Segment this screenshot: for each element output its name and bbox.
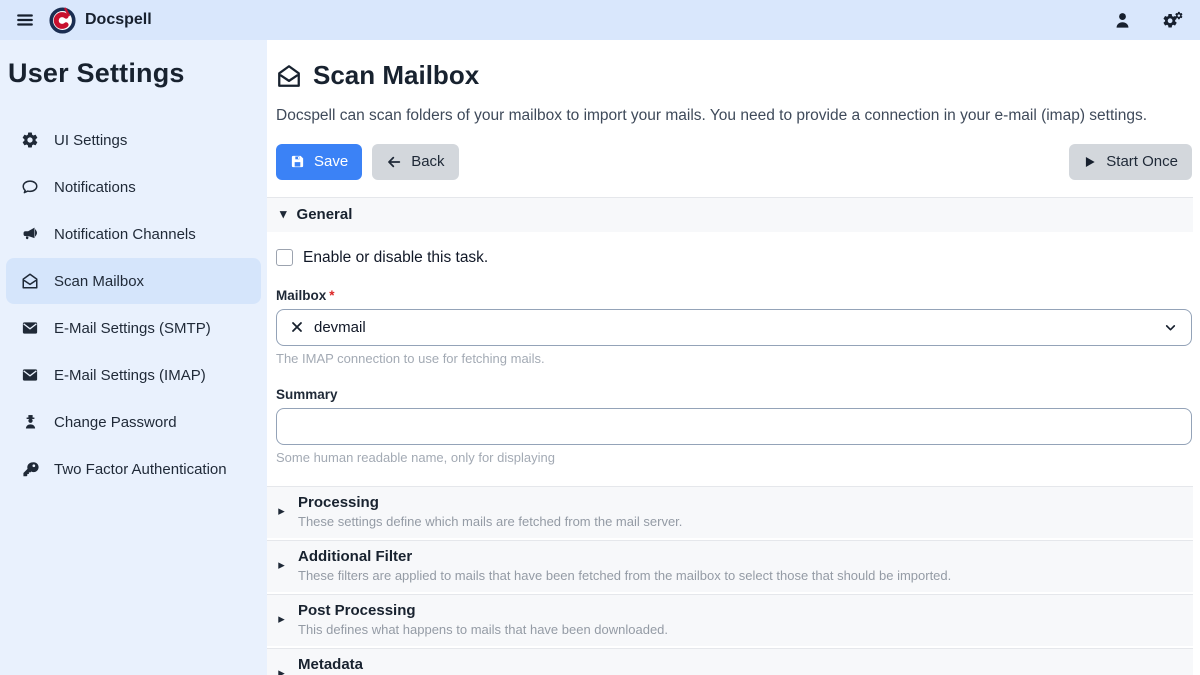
sidebar-item-ui-settings[interactable]: UI Settings [6,117,261,163]
bullhorn-icon [20,225,40,243]
sidebar-item-label: E-Mail Settings (IMAP) [54,367,206,384]
arrow-left-icon [386,154,402,170]
sidebar-item-label: Two Factor Authentication [54,461,227,478]
key-icon [20,461,40,478]
caret-right-icon: ▸ [274,665,289,675]
start-once-button[interactable]: Start Once [1069,144,1192,180]
summary-input[interactable] [276,408,1192,445]
sidebar-item-change-password[interactable]: Change Password [6,399,261,445]
enable-task-label: Enable or disable this task. [303,249,488,267]
collapsed-sections: ▸ Processing These settings define which… [267,486,1193,675]
sidebar-title: User Settings [8,58,267,89]
sidebar-item-label: Notifications [54,179,136,196]
page-title-text: Scan Mailbox [313,60,479,91]
sidebar-item-email-smtp[interactable]: E-Mail Settings (SMTP) [6,305,261,351]
play-icon [1083,155,1097,169]
section-processing[interactable]: ▸ Processing These settings define which… [267,486,1193,538]
sidebar-item-label: Change Password [54,414,177,431]
caret-right-icon: ▸ [274,557,289,573]
envelope-open-icon [276,63,302,89]
topbar-actions [1113,10,1184,30]
general-section-header[interactable]: ▾ General [267,197,1193,232]
enable-task-row: Enable or disable this task. [276,249,1192,267]
app-logo[interactable]: Docspell [49,7,152,34]
summary-field-label: Summary [276,387,1192,402]
page-description: Docspell can scan folders of your mailbo… [276,103,1192,129]
save-button[interactable]: Save [276,144,362,180]
docspell-logo-icon [49,7,76,34]
mailbox-selected-value: devmail [314,319,366,336]
section-title: Processing [298,494,682,511]
sidebar-item-label: Notification Channels [54,226,196,243]
sidebar-item-label: Scan Mailbox [54,273,144,290]
caret-down-icon: ▾ [280,206,287,222]
summary-hint: Some human readable name, only for displ… [276,450,1192,465]
sidebar-item-label: UI Settings [54,132,127,149]
section-metadata[interactable]: ▸ Metadata Define metadata that should b… [267,648,1193,675]
caret-right-icon: ▸ [274,503,289,519]
remove-selection-icon[interactable] [291,321,303,333]
sidebar-item-notification-channels[interactable]: Notification Channels [6,211,261,257]
sidebar-item-email-imap[interactable]: E-Mail Settings (IMAP) [6,352,261,398]
sidebar: User Settings UI Settings Notifications … [0,40,267,675]
envelope-icon [20,366,40,384]
comment-icon [20,178,40,196]
section-subtitle: This defines what happens to mails that … [298,622,668,637]
mailbox-hint: The IMAP connection to use for fetching … [276,351,1192,366]
cogs-settings-icon[interactable] [1162,10,1184,30]
caret-right-icon: ▸ [274,611,289,627]
sidebar-item-two-factor[interactable]: Two Factor Authentication [6,446,261,492]
menu-hamburger-icon[interactable] [16,11,34,29]
envelope-open-icon [20,272,40,290]
save-icon [290,154,305,169]
action-bar: Save Back Start Once [276,144,1192,180]
mailbox-field-label: Mailbox* [276,288,1192,303]
sidebar-item-notifications[interactable]: Notifications [6,164,261,210]
sidebar-item-scan-mailbox[interactable]: Scan Mailbox [6,258,261,304]
back-button-label: Back [411,153,444,170]
page-title: Scan Mailbox [276,60,1192,91]
user-secret-icon [20,414,40,431]
sidebar-item-label: E-Mail Settings (SMTP) [54,320,211,337]
chevron-down-icon [1164,321,1177,334]
section-subtitle: These filters are applied to mails that … [298,568,951,583]
user-account-icon[interactable] [1113,11,1132,30]
required-marker: * [329,288,334,303]
app-title: Docspell [85,11,152,29]
topbar: Docspell [0,0,1200,40]
mailbox-select[interactable]: devmail [276,309,1192,346]
back-button[interactable]: Back [372,144,458,180]
start-once-button-label: Start Once [1106,153,1178,170]
enable-task-checkbox[interactable] [276,249,293,266]
section-additional-filter[interactable]: ▸ Additional Filter These filters are ap… [267,540,1193,592]
section-post-processing[interactable]: ▸ Post Processing This defines what happ… [267,594,1193,646]
main-content: Scan Mailbox Docspell can scan folders o… [267,40,1200,675]
save-button-label: Save [314,153,348,170]
general-section-label: General [297,206,353,223]
section-subtitle: These settings define which mails are fe… [298,514,682,529]
section-title: Additional Filter [298,548,951,565]
section-title: Post Processing [298,602,668,619]
gear-icon [20,131,40,149]
section-title: Metadata [298,656,717,673]
envelope-icon [20,319,40,337]
